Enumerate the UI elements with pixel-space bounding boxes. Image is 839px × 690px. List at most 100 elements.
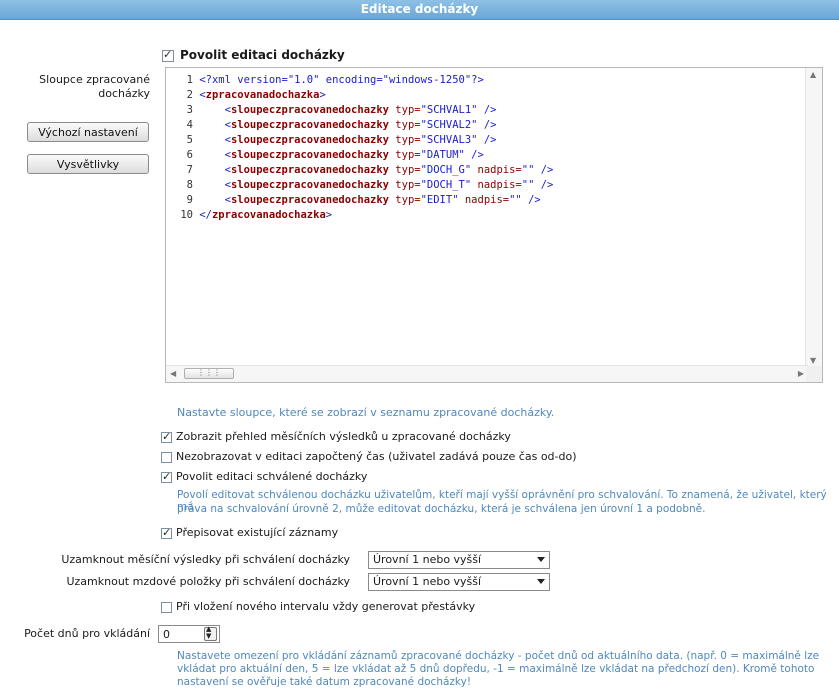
code-line[interactable]: 2 <zpracovanadochazka>	[166, 88, 326, 103]
code-token: typ=	[388, 104, 421, 116]
scroll-left-icon[interactable]: ◀	[170, 369, 176, 378]
columns-hint: Nastavte sloupce, které se zobrazí v sez…	[177, 406, 555, 419]
hide-counted-label: Nezobrazovat v editaci započtený čas (už…	[176, 450, 577, 463]
approved-hint-line2: práva na schvalování úrovně 2, může edit…	[177, 503, 706, 515]
days-value: 0	[163, 628, 170, 641]
generate-breaks-checkbox[interactable]	[161, 602, 172, 613]
days-hint-line2: vkládat pro aktuální den, 5 = lze vkláda…	[177, 663, 815, 675]
code-token: typ=	[388, 134, 421, 146]
horizontal-scroll-thumb[interactable]: ⋮⋮⋮	[184, 368, 234, 379]
code-line[interactable]: 8 <sloupeczpracovanedochazky typ="DOCH_T…	[166, 178, 554, 193]
allow-approved-checkbox[interactable]	[161, 470, 172, 483]
code-token: typ=	[388, 164, 421, 176]
show-monthly-checkbox[interactable]	[161, 430, 172, 443]
line-number: 4	[186, 119, 193, 131]
hide-counted-checkbox[interactable]	[161, 452, 172, 463]
code-token: typ=	[388, 119, 421, 131]
scroll-up-icon[interactable]: ▲	[810, 70, 816, 79]
code-token: sloupeczpracovanedochazky	[230, 134, 389, 146]
chevron-down-icon	[537, 557, 545, 562]
code-token: nadpis=	[471, 164, 522, 176]
line-number: 1	[186, 74, 193, 86]
code-token: <	[199, 119, 231, 131]
code-token: <	[199, 179, 231, 191]
overwrite-label: Přepisovat existující záznamy	[176, 526, 339, 539]
code-token: />	[534, 164, 554, 176]
scroll-down-icon[interactable]: ▼	[810, 356, 816, 365]
code-token: "SCHVAL3"	[420, 134, 478, 146]
line-number: 8	[186, 179, 193, 191]
code-token: >	[325, 209, 333, 221]
code-token: "EDIT"	[420, 194, 459, 206]
code-line[interactable]: 3 <sloupeczpracovanedochazky typ="SCHVAL…	[166, 103, 497, 118]
scroll-right-icon[interactable]: ▶	[798, 369, 804, 378]
code-token: <?xml version="1.0" encoding="windows-12…	[199, 74, 484, 86]
generate-breaks-label: Při vložení nového intervalu vždy genero…	[176, 600, 476, 613]
horizontal-scrollbar[interactable]: ◀ ⋮⋮⋮ ▶	[166, 365, 808, 382]
line-number: 9	[186, 194, 193, 206]
code-token: nadpis=	[458, 194, 510, 206]
overwrite-checkbox[interactable]	[161, 526, 172, 539]
code-token: sloupeczpracovanedochazky	[230, 194, 389, 206]
panel-title: Editace docházky	[0, 0, 839, 20]
code-token: />	[477, 104, 497, 116]
days-label: Počet dnů pro vkládání	[24, 627, 150, 640]
code-line[interactable]: 7 <sloupeczpracovanedochazky typ="DOCH_G…	[166, 163, 554, 178]
lock-payroll-label: Uzamknout mzdové položky při schválení d…	[66, 575, 350, 588]
lock-payroll-value: Úrovní 1 nebo vyšší	[373, 575, 482, 588]
code-line[interactable]: 1 <?xml version="1.0" encoding="windows-…	[166, 73, 484, 88]
code-token: sloupeczpracovanedochazky	[230, 179, 389, 191]
code-line[interactable]: 9 <sloupeczpracovanedochazky typ="EDIT" …	[166, 193, 541, 208]
days-spinner[interactable]: 0 ▲ ▼	[158, 625, 220, 643]
code-token: />	[477, 119, 497, 131]
chevron-down-icon	[537, 579, 545, 584]
code-line[interactable]: 10 </zpracovanadochazka>	[166, 208, 332, 223]
help-button[interactable]: Vysvětlivky	[27, 154, 149, 174]
columns-label-line2: docházky	[98, 87, 150, 100]
code-line[interactable]: 4 <sloupeczpracovanedochazky typ="SCHVAL…	[166, 118, 497, 133]
default-settings-button[interactable]: Výchozí nastavení	[27, 122, 149, 142]
lock-monthly-label: Uzamknout měsíční výsledky při schválení…	[61, 553, 350, 566]
code-token: zpracovanadochazka	[205, 89, 320, 101]
code-line[interactable]: 5 <sloupeczpracovanedochazky typ="SCHVAL…	[166, 133, 497, 148]
enable-edit-label: Povolit editaci docházky	[180, 48, 345, 62]
code-token: </	[199, 209, 212, 221]
code-token: "DOCH_T"	[420, 179, 472, 191]
code-token: "SCHVAL1"	[420, 104, 478, 116]
code-token: "DATUM"	[420, 149, 465, 161]
show-monthly-label: Zobrazit přehled měsíčních výsledků u zp…	[176, 430, 511, 443]
code-token: />	[477, 134, 497, 146]
enable-edit-checkbox[interactable]	[162, 48, 174, 62]
line-number: 10	[180, 209, 193, 221]
code-line[interactable]: 6 <sloupeczpracovanedochazky typ="DATUM"…	[166, 148, 484, 163]
code-token: nadpis=	[471, 179, 522, 191]
spin-down-icon[interactable]: ▼	[206, 632, 211, 640]
code-token: <	[199, 104, 231, 116]
code-token: zpracovanadochazka	[211, 209, 326, 221]
lock-monthly-select[interactable]: Úrovní 1 nebo vyšší	[368, 551, 550, 569]
code-token: ""	[509, 194, 522, 206]
code-token: />	[534, 179, 554, 191]
xml-editor[interactable]: 1 <?xml version="1.0" encoding="windows-…	[165, 67, 823, 383]
vertical-scrollbar[interactable]: ▲ ▼	[805, 68, 822, 367]
code-token: <	[199, 149, 231, 161]
code-token: <	[199, 134, 231, 146]
code-token: >	[319, 89, 326, 101]
lock-payroll-select[interactable]: Úrovní 1 nebo vyšší	[368, 573, 550, 591]
code-token: />	[464, 149, 484, 161]
code-token: <	[199, 194, 231, 206]
code-token: ""	[521, 164, 535, 176]
line-number: 3	[186, 104, 193, 116]
code-token: "SCHVAL2"	[420, 119, 478, 131]
scroll-corner	[806, 366, 822, 382]
line-number: 2	[186, 89, 193, 101]
code-token: typ=	[388, 194, 421, 206]
allow-approved-label: Povolit editaci schválené docházky	[176, 470, 368, 483]
line-number: 6	[186, 149, 193, 161]
spinner-buttons[interactable]: ▲ ▼	[204, 625, 217, 641]
code-token: typ=	[388, 149, 421, 161]
columns-label-line1: Sloupce zpracované	[39, 73, 150, 86]
code-token: ""	[521, 179, 535, 191]
line-number: 7	[186, 164, 193, 176]
days-hint-line1: Nastavete omezení pro vkládání záznamů z…	[177, 650, 820, 662]
